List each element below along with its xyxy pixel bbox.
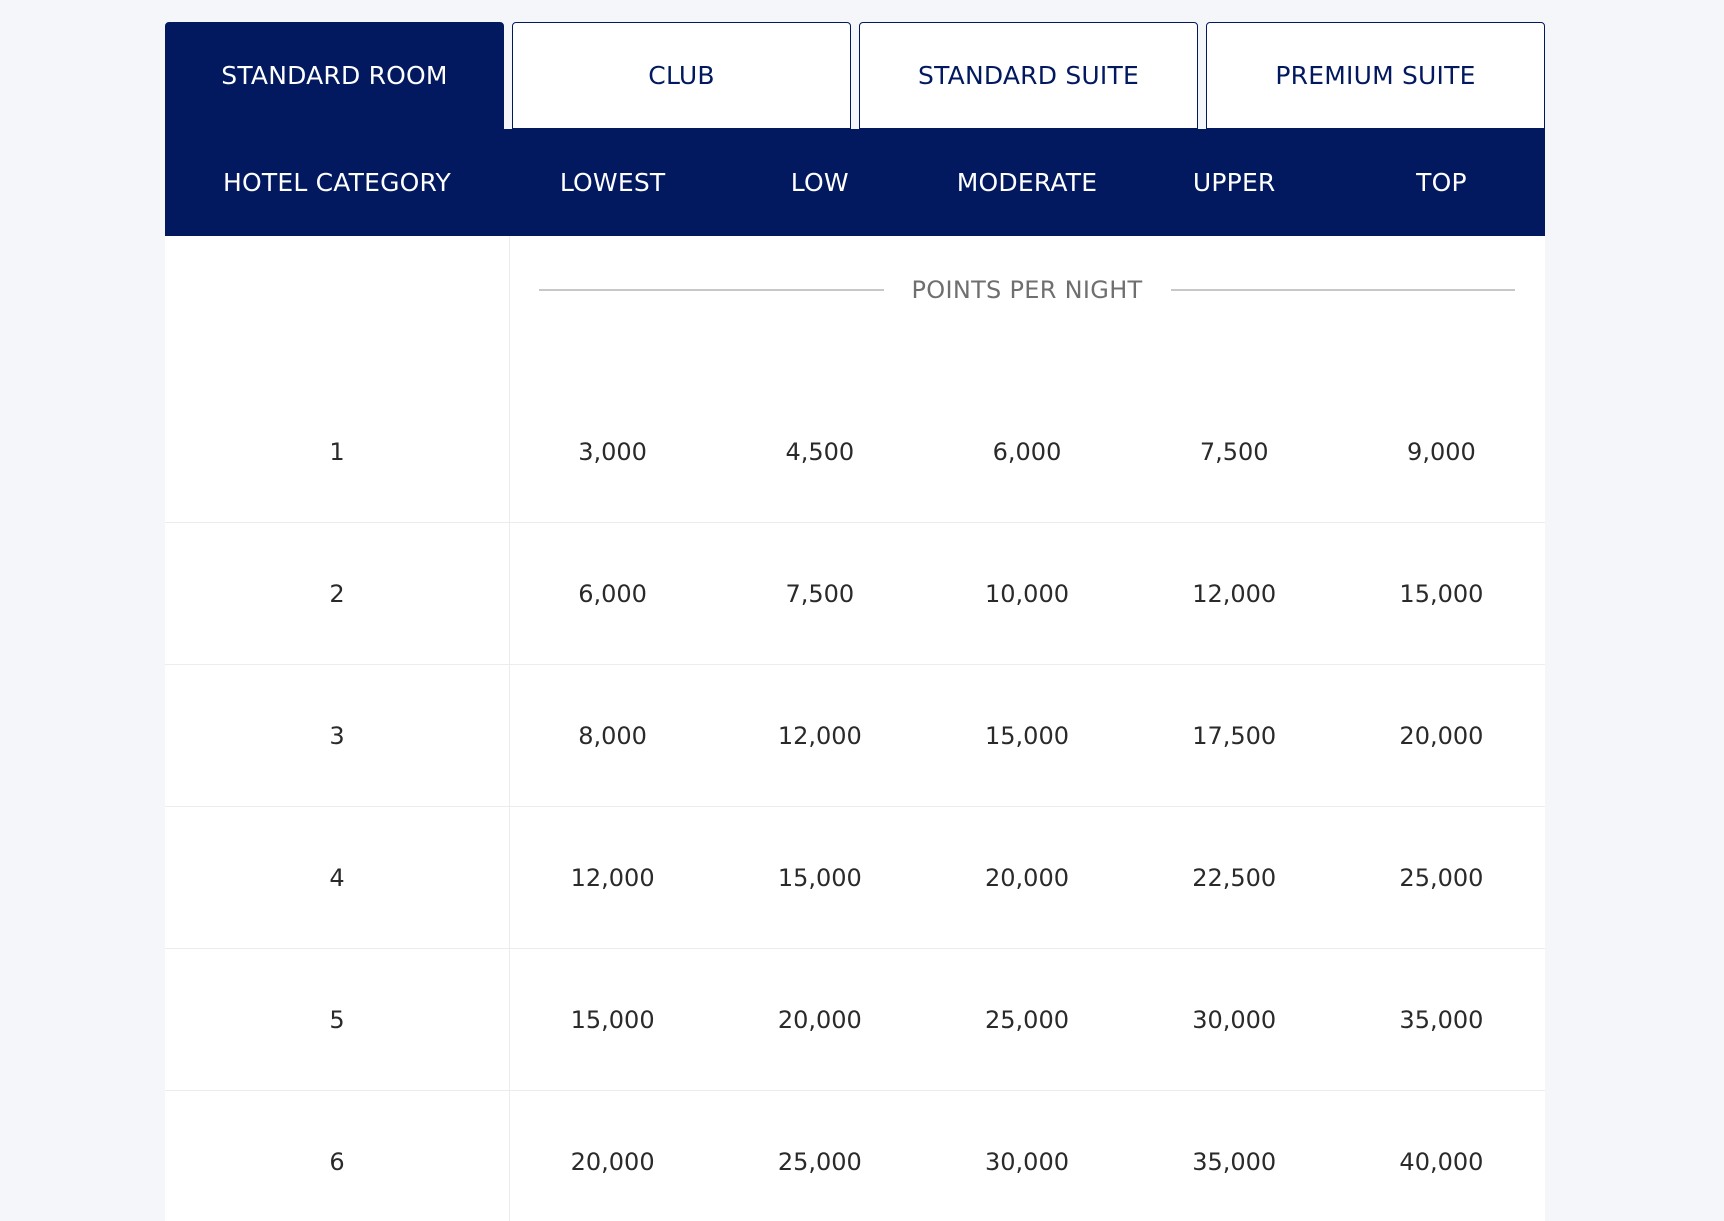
hotel-category-cell: 6 xyxy=(329,1147,345,1176)
points-cell-upper: 35,000 xyxy=(1192,1147,1277,1176)
points-cell-moderate: 10,000 xyxy=(985,579,1069,608)
points-cell-moderate: 6,000 xyxy=(992,437,1062,466)
hotel-category-cell: 5 xyxy=(329,1005,345,1034)
points-cell-lowest: 20,000 xyxy=(570,1147,655,1176)
hotel-category-cell: 1 xyxy=(329,437,345,466)
points-cell-low: 12,000 xyxy=(777,721,862,750)
points-cell-moderate: 25,000 xyxy=(985,1005,1069,1034)
divider-line-right xyxy=(1170,289,1515,291)
points-cell-low: 7,500 xyxy=(785,579,855,608)
divider-line-left xyxy=(539,289,884,291)
table-row: 1 3,000 4,500 6,000 7,500 9,000 xyxy=(165,381,1545,523)
points-cell-top: 9,000 xyxy=(1407,437,1476,466)
points-cell-low: 20,000 xyxy=(777,1005,862,1034)
points-per-night-row: POINTS PER NIGHT xyxy=(165,236,1545,344)
table-row: 4 12,000 15,000 20,000 22,500 25,000 xyxy=(165,807,1545,949)
column-header-moderate: MODERATE xyxy=(956,168,1098,197)
column-header-top: TOP xyxy=(1416,168,1467,197)
points-cell-moderate: 20,000 xyxy=(985,863,1069,892)
points-cell-upper: 22,500 xyxy=(1192,863,1277,892)
tab-standard-suite[interactable]: STANDARD SUITE xyxy=(859,22,1198,129)
points-cell-lowest: 15,000 xyxy=(570,1005,655,1034)
points-cell-top: 35,000 xyxy=(1399,1005,1484,1034)
tab-standard-room[interactable]: STANDARD ROOM xyxy=(165,22,504,129)
points-cell-lowest: 3,000 xyxy=(578,437,647,466)
table-header: HOTEL CATEGORY LOWEST LOW MODERATE UPPER… xyxy=(165,129,1545,236)
points-cell-lowest: 12,000 xyxy=(570,863,655,892)
table-row: 2 6,000 7,500 10,000 12,000 15,000 xyxy=(165,523,1545,665)
points-cell-lowest: 6,000 xyxy=(578,579,647,608)
hotel-category-cell: 4 xyxy=(329,863,345,892)
points-cell-upper: 12,000 xyxy=(1192,579,1277,608)
points-cell-top: 15,000 xyxy=(1399,579,1484,608)
column-header-low: LOW xyxy=(790,168,849,197)
points-cell-lowest: 8,000 xyxy=(578,721,647,750)
column-divider xyxy=(509,236,510,1221)
table-row: 5 15,000 20,000 25,000 30,000 35,000 xyxy=(165,949,1545,1091)
points-cell-top: 20,000 xyxy=(1399,721,1484,750)
table-body: POINTS PER NIGHT 1 3,000 4,500 6,000 7,5… xyxy=(165,236,1545,1221)
hotel-category-cell: 3 xyxy=(329,721,345,750)
points-cell-low: 15,000 xyxy=(777,863,862,892)
hotel-category-cell: 2 xyxy=(329,579,345,608)
award-chart: STANDARD ROOM CLUB STANDARD SUITE PREMIU… xyxy=(165,22,1545,1221)
points-per-night-label: POINTS PER NIGHT xyxy=(911,276,1143,304)
points-cell-upper: 17,500 xyxy=(1192,721,1277,750)
table-row: 3 8,000 12,000 15,000 17,500 20,000 xyxy=(165,665,1545,807)
tab-club[interactable]: CLUB xyxy=(512,22,851,129)
points-cell-low: 4,500 xyxy=(785,437,855,466)
room-type-tabs: STANDARD ROOM CLUB STANDARD SUITE PREMIU… xyxy=(165,22,1545,129)
points-cell-top: 25,000 xyxy=(1399,863,1484,892)
column-header-upper: UPPER xyxy=(1192,168,1276,197)
tab-premium-suite[interactable]: PREMIUM SUITE xyxy=(1206,22,1545,129)
table-row: 6 20,000 25,000 30,000 35,000 40,000 xyxy=(165,1091,1545,1221)
points-cell-top: 40,000 xyxy=(1399,1147,1484,1176)
hotel-category-header: HOTEL CATEGORY xyxy=(223,168,451,197)
points-cell-moderate: 15,000 xyxy=(985,721,1069,750)
points-cell-moderate: 30,000 xyxy=(985,1147,1069,1176)
points-cell-upper: 30,000 xyxy=(1192,1005,1277,1034)
points-cell-low: 25,000 xyxy=(777,1147,862,1176)
points-cell-upper: 7,500 xyxy=(1199,437,1269,466)
column-header-lowest: LOWEST xyxy=(559,168,666,197)
